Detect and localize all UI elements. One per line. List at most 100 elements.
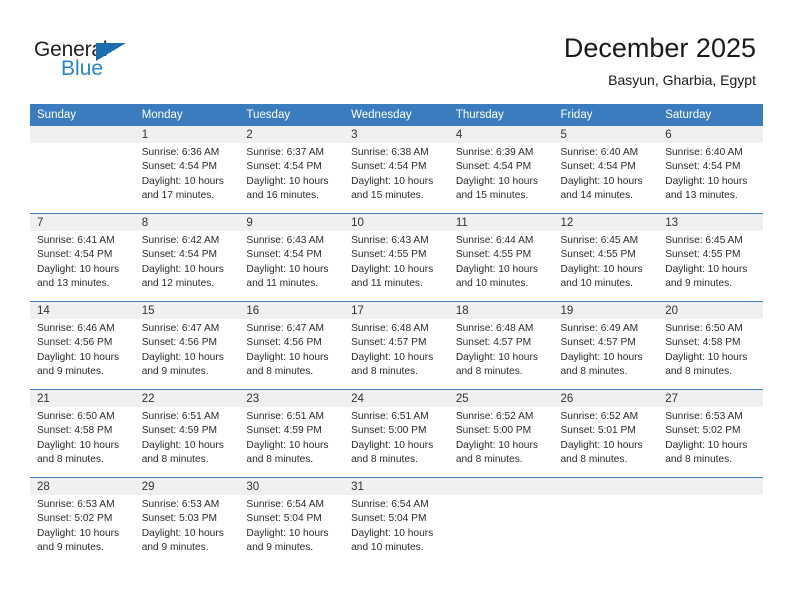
- sunset-text: Sunset: 5:03 PM: [141, 513, 218, 525]
- weekday-header-tuesday: Tuesday: [239, 104, 345, 126]
- day-cell-details: Sunrise: 6:40 AM Sunset: 4:54 PM Daylight:…: [554, 143, 659, 203]
- calendar-day-cell[interactable]: 11 Sunrise: 6:44 AM Sunset: 4:55 PM Dayligh…: [448, 213, 554, 302]
- general-blue-logo[interactable]: General Blue: [34, 38, 164, 88]
- day-number: 16: [239, 302, 345, 319]
- daylight-text: Daylight: 10 hours and 9 minutes.: [246, 527, 329, 553]
- calendar-day-cell[interactable]: 13 Sunrise: 6:45 AM Sunset: 4:55 PM Dayligh…: [658, 213, 763, 302]
- calendar-day-cell[interactable]: 5 Sunrise: 6:40 AM Sunset: 4:54 PM Daylight…: [553, 126, 659, 214]
- day-cell-inner: 27 Sunrise: 6:53 AM Sunset: 5:02 PM Dayligh…: [658, 390, 763, 477]
- calendar-day-cell[interactable]: 23 Sunrise: 6:51 AM Sunset: 4:59 PM Dayligh…: [239, 389, 345, 478]
- day-cell-details: Sunrise: 6:40 AM Sunset: 4:54 PM Daylight:…: [658, 143, 763, 203]
- daylight-text: Daylight: 10 hours and 8 minutes.: [560, 351, 643, 377]
- calendar-day-cell[interactable]: 14 Sunrise: 6:46 AM Sunset: 4:56 PM Dayligh…: [30, 301, 135, 390]
- day-cell-details: Sunrise: 6:53 AM Sunset: 5:03 PM Daylight:…: [135, 495, 240, 555]
- calendar-day-cell[interactable]: 4 Sunrise: 6:39 AM Sunset: 4:54 PM Daylight…: [448, 126, 554, 214]
- sunset-text: Sunset: 4:59 PM: [246, 425, 322, 437]
- day-number: 14: [30, 302, 135, 319]
- weekday-header-friday: Friday: [553, 104, 659, 126]
- calendar-day-cell[interactable]: 26 Sunrise: 6:52 AM Sunset: 5:01 PM Dayligh…: [553, 389, 659, 478]
- day-cell-inner: 10 Sunrise: 6:43 AM Sunset: 4:55 PM Dayligh…: [344, 214, 449, 301]
- sunset-text: Sunset: 4:58 PM: [37, 425, 113, 437]
- day-number: 6: [658, 126, 763, 143]
- sunset-text: Sunset: 5:02 PM: [37, 513, 113, 525]
- calendar-day-cell[interactable]: 10 Sunrise: 6:43 AM Sunset: 4:55 PM Dayligh…: [344, 213, 449, 302]
- daylight-text: Daylight: 10 hours and 10 minutes.: [455, 263, 538, 289]
- day-number: 18: [448, 302, 554, 319]
- daylight-text: Daylight: 10 hours and 9 minutes.: [141, 351, 224, 377]
- calendar-day-cell[interactable]: 27 Sunrise: 6:53 AM Sunset: 5:02 PM Dayligh…: [658, 389, 763, 478]
- calendar-day-cell[interactable]: 2 Sunrise: 6:37 AM Sunset: 4:54 PM Daylight…: [239, 126, 345, 214]
- calendar-day-cell[interactable]: 20 Sunrise: 6:50 AM Sunset: 4:58 PM Dayligh…: [658, 301, 763, 390]
- calendar-day-cell[interactable]: 28 Sunrise: 6:53 AM Sunset: 5:02 PM Dayligh…: [30, 477, 135, 565]
- calendar-day-cell: [30, 126, 135, 214]
- calendar-day-cell: [658, 477, 763, 565]
- day-cell-inner: 11 Sunrise: 6:44 AM Sunset: 4:55 PM Dayligh…: [448, 214, 554, 301]
- calendar-day-cell[interactable]: 25 Sunrise: 6:52 AM Sunset: 5:00 PM Dayligh…: [448, 389, 554, 478]
- sunrise-text: Sunrise: 6:47 AM: [246, 323, 324, 334]
- calendar-day-cell[interactable]: 24 Sunrise: 6:51 AM Sunset: 5:00 PM Dayligh…: [344, 389, 449, 478]
- page-subtitle: Basyun, Gharbia, Egypt: [608, 72, 756, 88]
- calendar-day-cell[interactable]: 7 Sunrise: 6:41 AM Sunset: 4:54 PM Daylight…: [30, 213, 135, 302]
- calendar-day-cell[interactable]: 6 Sunrise: 6:40 AM Sunset: 4:54 PM Daylight…: [658, 126, 763, 214]
- day-number: 13: [658, 214, 763, 231]
- sunrise-text: Sunrise: 6:52 AM: [455, 411, 534, 422]
- sunset-text: Sunset: 5:00 PM: [351, 425, 427, 437]
- day-cell-details: Sunrise: 6:48 AM Sunset: 4:57 PM Daylight:…: [449, 319, 554, 379]
- day-number: 19: [553, 302, 659, 319]
- day-number: 24: [344, 390, 449, 407]
- calendar-day-cell[interactable]: 16 Sunrise: 6:47 AM Sunset: 4:56 PM Dayligh…: [239, 301, 345, 390]
- calendar-day-cell[interactable]: 15 Sunrise: 6:47 AM Sunset: 4:56 PM Dayligh…: [134, 301, 240, 390]
- calendar-day-cell[interactable]: 12 Sunrise: 6:45 AM Sunset: 4:55 PM Dayligh…: [553, 213, 659, 302]
- day-cell-details: Sunrise: 6:50 AM Sunset: 4:58 PM Daylight:…: [658, 319, 763, 379]
- daylight-text: Daylight: 10 hours and 8 minutes.: [141, 439, 224, 465]
- day-cell-inner: 30 Sunrise: 6:54 AM Sunset: 5:04 PM Dayligh…: [239, 478, 345, 565]
- day-cell-inner: 29 Sunrise: 6:53 AM Sunset: 5:03 PM Dayligh…: [134, 478, 240, 565]
- calendar-day-cell[interactable]: 1 Sunrise: 6:36 AM Sunset: 4:54 PM Daylight…: [134, 126, 240, 214]
- day-cell-details: Sunrise: 6:53 AM Sunset: 5:02 PM Daylight:…: [658, 407, 763, 467]
- sunset-text: Sunset: 4:59 PM: [141, 425, 218, 437]
- sunrise-text: Sunrise: 6:38 AM: [351, 147, 429, 158]
- day-cell-inner: 23 Sunrise: 6:51 AM Sunset: 4:59 PM Dayligh…: [239, 390, 345, 477]
- sunset-text: Sunset: 5:04 PM: [246, 513, 322, 525]
- day-number: 12: [553, 214, 659, 231]
- calendar-day-cell[interactable]: 3 Sunrise: 6:38 AM Sunset: 4:54 PM Daylight…: [344, 126, 449, 214]
- day-cell-inner: 13 Sunrise: 6:45 AM Sunset: 4:55 PM Dayligh…: [658, 214, 763, 301]
- calendar-day-cell[interactable]: 21 Sunrise: 6:50 AM Sunset: 4:58 PM Dayligh…: [30, 389, 135, 478]
- sunrise-text: Sunrise: 6:53 AM: [665, 411, 743, 422]
- day-cell-inner: [30, 126, 135, 213]
- day-cell-inner: 24 Sunrise: 6:51 AM Sunset: 5:00 PM Dayligh…: [344, 390, 449, 477]
- calendar-week-row: 1 Sunrise: 6:36 AM Sunset: 4:54 PM Daylight…: [30, 126, 763, 214]
- calendar-day-cell[interactable]: 22 Sunrise: 6:51 AM Sunset: 4:59 PM Dayligh…: [134, 389, 240, 478]
- day-cell-inner: 25 Sunrise: 6:52 AM Sunset: 5:00 PM Dayligh…: [448, 390, 554, 477]
- day-cell-inner: 3 Sunrise: 6:38 AM Sunset: 4:54 PM Daylight…: [344, 126, 449, 213]
- calendar-day-cell[interactable]: 30 Sunrise: 6:54 AM Sunset: 5:04 PM Dayligh…: [239, 477, 345, 565]
- day-cell-details: Sunrise: 6:49 AM Sunset: 4:57 PM Daylight:…: [554, 319, 659, 379]
- sunrise-text: Sunrise: 6:40 AM: [665, 147, 743, 158]
- calendar-week-row: 7 Sunrise: 6:41 AM Sunset: 4:54 PM Daylight…: [30, 213, 763, 302]
- daylight-text: Daylight: 10 hours and 8 minutes.: [455, 351, 538, 377]
- sunrise-text: Sunrise: 6:41 AM: [37, 235, 115, 246]
- sunrise-text: Sunrise: 6:53 AM: [141, 499, 220, 510]
- sunset-text: Sunset: 4:55 PM: [560, 249, 636, 261]
- sunset-text: Sunset: 4:54 PM: [37, 249, 113, 261]
- day-cell-inner: 8 Sunrise: 6:42 AM Sunset: 4:54 PM Daylight…: [134, 214, 240, 301]
- calendar-day-cell[interactable]: 19 Sunrise: 6:49 AM Sunset: 4:57 PM Dayligh…: [553, 301, 659, 390]
- day-cell-details: Sunrise: 6:37 AM Sunset: 4:54 PM Daylight:…: [239, 143, 344, 203]
- daylight-text: Daylight: 10 hours and 8 minutes.: [351, 439, 434, 465]
- calendar-day-cell[interactable]: 29 Sunrise: 6:53 AM Sunset: 5:03 PM Dayligh…: [134, 477, 240, 565]
- calendar-day-cell[interactable]: 9 Sunrise: 6:43 AM Sunset: 4:54 PM Daylight…: [239, 213, 345, 302]
- calendar-day-cell[interactable]: 8 Sunrise: 6:42 AM Sunset: 4:54 PM Daylight…: [134, 213, 240, 302]
- calendar-day-cell[interactable]: 31 Sunrise: 6:54 AM Sunset: 5:04 PM Dayligh…: [344, 477, 449, 565]
- sunrise-text: Sunrise: 6:43 AM: [351, 235, 429, 246]
- sunset-text: Sunset: 4:54 PM: [141, 249, 218, 261]
- sunset-text: Sunset: 4:54 PM: [351, 161, 427, 173]
- sunrise-text: Sunrise: 6:36 AM: [141, 147, 220, 158]
- calendar-day-cell[interactable]: 17 Sunrise: 6:48 AM Sunset: 4:57 PM Dayligh…: [344, 301, 449, 390]
- day-number: 8: [134, 214, 240, 231]
- daylight-text: Daylight: 10 hours and 8 minutes.: [246, 439, 329, 465]
- day-number: 30: [239, 478, 345, 495]
- calendar-header-row: Sunday Monday Tuesday Wednesday Thursday…: [30, 104, 763, 126]
- logo-text-blue: Blue: [61, 57, 104, 80]
- day-cell-inner: 7 Sunrise: 6:41 AM Sunset: 4:54 PM Daylight…: [30, 214, 135, 301]
- calendar-day-cell[interactable]: 18 Sunrise: 6:48 AM Sunset: 4:57 PM Dayligh…: [448, 301, 554, 390]
